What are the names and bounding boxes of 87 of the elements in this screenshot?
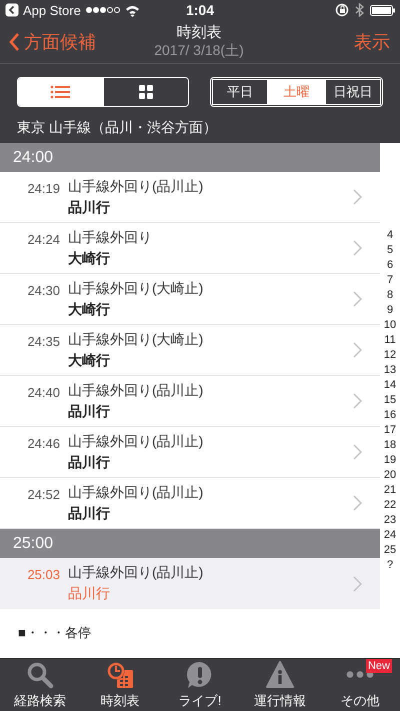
destination: 品川行 [68,585,111,603]
chevron-right-icon [353,495,362,511]
departure-time: 24:52 [26,487,60,502]
train-line: 山手線外回り(品川止) [68,178,204,196]
chevron-right-icon [353,189,362,205]
departure-time: 24:46 [26,436,60,451]
hour-index-item[interactable]: 20 [384,468,396,483]
destination: 大崎行 [68,300,111,318]
tab-bar-item[interactable]: ライブ! [160,659,240,711]
destination: 大崎行 [68,250,111,268]
chevron-right-icon [353,291,362,307]
departure-time: 24:40 [26,385,60,400]
destination: 品川行 [68,198,111,216]
chevron-right-icon [353,342,362,358]
warning-info-icon [266,661,294,689]
hour-index-item[interactable]: 11 [384,333,396,348]
hour-index-item[interactable]: 24 [384,528,396,543]
destination: 品川行 [68,454,111,472]
hour-index-item[interactable]: 4 [386,228,394,243]
back-app-label[interactable]: App Store [23,2,81,18]
hour-index-item[interactable]: 14 [384,378,396,393]
new-badge: New [366,659,392,673]
chevron-right-icon [353,576,362,592]
hour-index-item[interactable]: ? [386,558,394,573]
train-line: 山手線外回り(品川止) [68,564,204,582]
hour-index-item[interactable]: 18 [384,438,396,453]
chevron-right-icon [353,240,362,256]
grid-view-button[interactable] [102,78,188,106]
chevron-left-icon [8,32,20,52]
tab-bar-item[interactable]: 時刻表 [80,659,160,711]
grid-icon [138,85,153,99]
hour-index-item[interactable]: 16 [384,408,396,423]
hour-header: 24:00 [0,143,380,172]
hour-index-item[interactable]: 8 [386,288,394,303]
tab-bar-item[interactable]: 運行情報 [240,659,320,711]
train-line: 山手線外回り(品川止) [68,432,204,450]
hour-index-item[interactable]: 17 [384,423,396,438]
train-line: 山手線外回り(大崎止) [68,330,204,348]
departure-time: 24:30 [26,283,60,298]
screen-title: 時刻表 [176,23,222,42]
hour-index-item[interactable]: 13 [384,363,396,378]
hour-index-item[interactable]: 19 [384,453,396,468]
hour-index-item[interactable]: 7 [386,273,394,288]
day-type-tab[interactable]: 平日 [212,79,268,105]
hour-index-item[interactable]: 23 [384,513,396,528]
tab-bar-item[interactable]: New その他 [320,659,400,711]
search-icon [26,661,54,689]
hour-index-item[interactable]: 15 [384,393,396,408]
wifi-icon [124,4,140,16]
train-row[interactable]: 25:03 山手線外回り(品川止) 品川行 [0,558,380,609]
clock-time: 1:04 [186,2,214,18]
departure-time: 25:03 [26,567,60,582]
hour-index-item[interactable]: 5 [386,243,394,258]
train-line: 山手線外回り [68,228,153,246]
legend-text: ■・・・各停 [18,624,92,642]
chevron-right-icon [353,393,362,409]
date-label: 2017/ 3/18(土) [154,42,244,60]
chevron-right-icon [353,444,362,460]
list-icon [50,85,70,99]
signal-icon [84,6,121,14]
clock-calendar-icon [106,661,134,689]
hour-index-item[interactable]: 21 [384,483,396,498]
battery-icon [370,4,395,16]
speech-bubble-alert-icon [186,661,214,689]
train-line: 山手線外回り(品川止) [68,382,204,400]
hour-header: 25:00 [0,529,380,558]
hour-index-item[interactable]: 10 [384,318,396,333]
bluetooth-icon [355,3,364,17]
hour-index-item[interactable]: 12 [384,348,396,363]
departure-time: 24:24 [26,232,60,247]
hour-index-item[interactable]: 9 [386,303,394,318]
tab-bar-item[interactable]: 経路検索 [0,659,80,711]
back-icon[interactable] [5,3,19,17]
train-line: 山手線外回り(大崎止) [68,280,204,298]
day-type-tab[interactable]: 日祝日 [324,79,381,105]
more-icon [346,671,374,678]
hour-index-item[interactable]: 25 [384,543,396,558]
hour-index-item[interactable]: 6 [386,258,394,273]
train-line: 山手線外回り(品川止) [68,484,204,502]
destination: 品川行 [68,402,111,420]
departure-time: 24:19 [26,181,60,196]
destination: 大崎行 [68,352,111,370]
hour-index-item[interactable]: 22 [384,498,396,513]
departure-time: 24:35 [26,334,60,349]
destination: 品川行 [68,504,111,522]
rotation-lock-icon [335,3,349,17]
route-title: 東京 山手線（品川・渋谷方面） [17,119,218,137]
